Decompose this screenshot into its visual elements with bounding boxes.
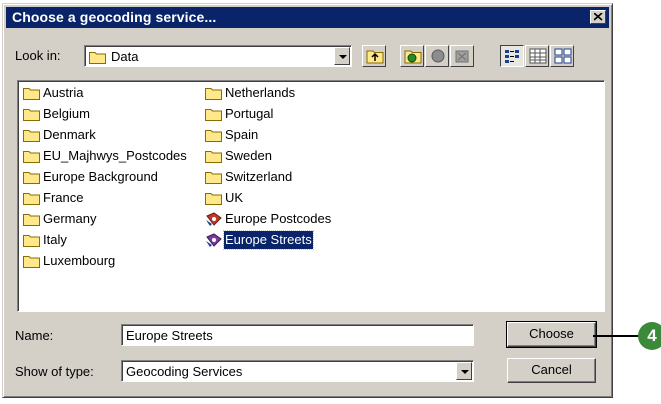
connect-folder-icon (404, 50, 422, 64)
disconnect-folder-button[interactable] (425, 45, 449, 67)
connect-to-folder-button[interactable] (400, 45, 424, 67)
folder-icon (89, 52, 106, 64)
details-view-icon (529, 48, 547, 64)
file-type-dropdown-arrow[interactable] (456, 362, 472, 380)
name-label: Name: (15, 328, 54, 343)
step-callout: 4 (638, 322, 661, 350)
folder-icon (23, 256, 40, 268)
look-in-dropdown-arrow[interactable] (334, 47, 350, 65)
folder-icon (23, 109, 40, 121)
close-icon (594, 13, 603, 21)
title-bar[interactable]: Choose a geocoding service... (6, 7, 609, 28)
file-type-dropdown[interactable]: Geocoding Services (121, 360, 474, 382)
list-view-icon (505, 50, 519, 63)
look-in-label: Look in: (15, 48, 61, 63)
folder-icon (205, 109, 222, 121)
look-in-dropdown[interactable]: Data (84, 45, 352, 67)
up-folder-icon (366, 50, 384, 64)
up-one-level-button[interactable] (362, 45, 386, 67)
file-list[interactable]: Austria Belgium Denmark EU_Majhwys_Postc… (17, 80, 605, 312)
file-type-value: Geocoding Services (126, 364, 243, 379)
dialog-title: Choose a geocoding service... (12, 9, 217, 25)
choose-geocoding-service-dialog: Choose a geocoding service... Look in: D… (2, 3, 613, 398)
folder-icon (23, 130, 40, 142)
folder-icon (23, 151, 40, 163)
geocoding-service-icon (206, 212, 222, 226)
folder-icon (205, 193, 222, 205)
folder-icon (205, 88, 222, 100)
delete-button[interactable] (450, 45, 474, 67)
cancel-button[interactable]: Cancel (507, 358, 596, 383)
folder-icon (205, 172, 222, 184)
folder-icon (23, 235, 40, 247)
look-in-value: Data (111, 49, 139, 64)
close-button[interactable] (590, 10, 606, 24)
choose-button[interactable]: Choose (506, 321, 597, 348)
thumbnails-view-icon (554, 48, 572, 64)
folder-icon (23, 172, 40, 184)
details-view-button[interactable] (525, 45, 549, 67)
delete-icon (455, 50, 469, 63)
disconnect-folder-icon (431, 49, 445, 63)
folder-icon (205, 130, 222, 142)
list-view-button[interactable] (500, 45, 524, 67)
geocoding-service-icon (206, 233, 222, 247)
callout-line (593, 335, 643, 337)
thumbnails-view-button[interactable] (550, 45, 574, 67)
name-input[interactable]: Europe Streets (121, 324, 474, 346)
folder-icon (23, 193, 40, 205)
show-of-type-label: Show of type: (15, 364, 94, 379)
folder-icon (205, 151, 222, 163)
folder-icon (23, 88, 40, 100)
folder-icon (23, 214, 40, 226)
